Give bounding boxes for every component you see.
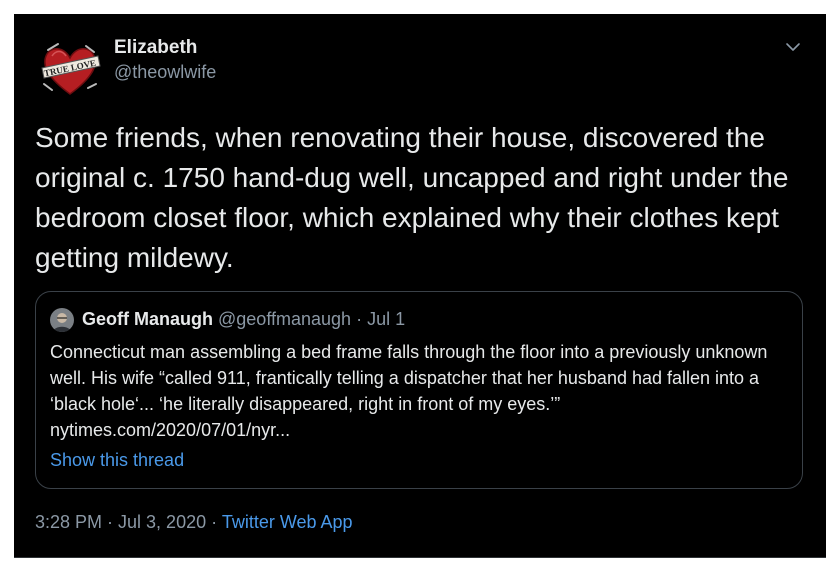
tweet-card: TRUE LOVE Elizabeth @theowlwife Some fri… [14,14,826,558]
quoted-tweet[interactable]: Geoff Manaugh @geoffmanaugh · Jul 1 Conn… [35,291,803,489]
heart-banner-avatar-icon: TRUE LOVE [41,43,101,95]
quoted-date[interactable]: Jul 1 [367,309,405,329]
author-display-name[interactable]: Elizabeth [114,36,216,60]
tweet-text: Some friends, when renovating their hous… [35,122,789,273]
show-thread-link[interactable]: Show this thread [50,447,184,473]
quoted-separator: · [356,309,363,329]
quoted-text: Connecticut man assembling a bed frame f… [50,342,768,440]
source-app-link[interactable]: Twitter Web App [222,512,353,532]
author-block[interactable]: Elizabeth @theowlwife [114,36,216,84]
quoted-author-avatar[interactable] [50,308,74,332]
tweet-timestamp[interactable]: 3:28 PM · Jul 3, 2020 [35,512,206,532]
chevron-down-icon[interactable] [782,36,804,58]
meta-separator: · [211,512,218,532]
quoted-header: Geoff Manaugh @geoffmanaugh · Jul 1 [82,306,405,332]
quoted-author-name[interactable]: Geoff Manaugh [82,309,213,329]
tweet-meta: 3:28 PM · Jul 3, 2020 · Twitter Web App [35,509,353,535]
author-avatar[interactable]: TRUE LOVE [38,38,102,102]
author-handle[interactable]: @theowlwife [114,60,216,84]
divider [14,557,826,558]
quoted-author-handle[interactable]: @geoffmanaugh [218,309,351,329]
